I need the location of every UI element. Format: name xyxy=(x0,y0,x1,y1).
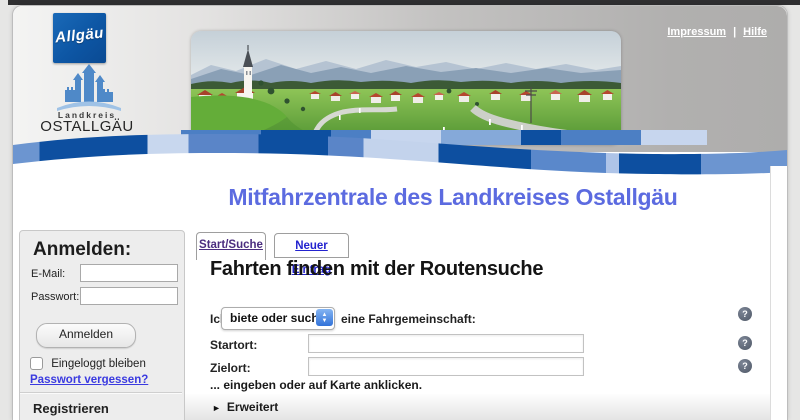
email-label: E-Mail: xyxy=(31,268,65,280)
page-title: Mitfahrzentrale des Landkreises Ostallgä… xyxy=(133,184,773,211)
header-links: Impressum | Hilfe xyxy=(667,26,767,38)
scrollbar-gutter xyxy=(770,166,787,420)
register-heading[interactable]: Registrieren xyxy=(33,401,109,416)
tab-start-suche[interactable]: Start/Suche xyxy=(196,232,266,260)
allgaeu-logo[interactable]: Allgäu xyxy=(53,13,106,63)
search-heading: Fahrten finden mit der Routensuche xyxy=(210,258,543,281)
stay-logged-in-checkbox[interactable] xyxy=(30,357,43,370)
advanced-toggle[interactable]: ► Erweitert xyxy=(212,394,278,420)
email-field[interactable] xyxy=(80,264,178,282)
advanced-label: Erweitert xyxy=(227,400,278,414)
page-card: Impressum|Hilfe Allgäu Landkreis OSTALLG… xyxy=(12,5,788,420)
ride-type-select[interactable]: biete oder suche ▲▼ xyxy=(221,307,335,330)
ride-row-suffix: eine Fahrgemeinschaft: xyxy=(341,312,476,326)
start-input[interactable] xyxy=(308,334,584,353)
tab-start-suche-label[interactable]: Start/Suche xyxy=(199,239,263,251)
decorative-ribbon xyxy=(13,127,787,183)
help-icon[interactable]: ? xyxy=(738,359,752,373)
help-icon[interactable]: ? xyxy=(738,307,752,321)
dest-label: Zielort: xyxy=(210,361,251,375)
link-separator: | xyxy=(733,26,736,38)
ride-type-value: biete oder suche xyxy=(230,311,325,325)
select-stepper-icon: ▲▼ xyxy=(316,309,333,326)
password-field[interactable] xyxy=(80,287,178,305)
stay-logged-in-row: Eingeloggt bleiben xyxy=(30,357,146,370)
help-icon[interactable]: ? xyxy=(738,336,752,350)
login-sidebar: Anmelden: E-Mail: Passwort: Anmelden Ein… xyxy=(19,230,185,420)
castle-icon xyxy=(57,64,121,112)
dest-input[interactable] xyxy=(308,357,584,376)
triangle-right-icon: ► xyxy=(212,403,221,413)
map-hint-text: ... eingeben oder auf Karte anklicken. xyxy=(210,378,422,392)
sidebar-divider xyxy=(20,392,182,394)
impressum-link[interactable]: Impressum xyxy=(667,26,726,38)
page-header: Impressum|Hilfe Allgäu Landkreis OSTALLG… xyxy=(13,6,787,152)
advanced-section: ► Erweitert xyxy=(185,394,771,420)
login-heading: Anmelden: xyxy=(33,239,131,261)
password-label: Passwort: xyxy=(31,291,79,303)
hilfe-link[interactable]: Hilfe xyxy=(743,26,767,38)
tab-neuer-eintrag[interactable]: Neuer Eintrag xyxy=(274,233,349,258)
login-button[interactable]: Anmelden xyxy=(36,323,136,348)
stay-logged-in-label: Eingeloggt bleiben xyxy=(51,358,146,370)
start-label: Startort: xyxy=(210,338,257,352)
allgaeu-logo-label: Allgäu xyxy=(52,24,106,46)
forgot-password-link[interactable]: Passwort vergessen? xyxy=(30,374,148,386)
